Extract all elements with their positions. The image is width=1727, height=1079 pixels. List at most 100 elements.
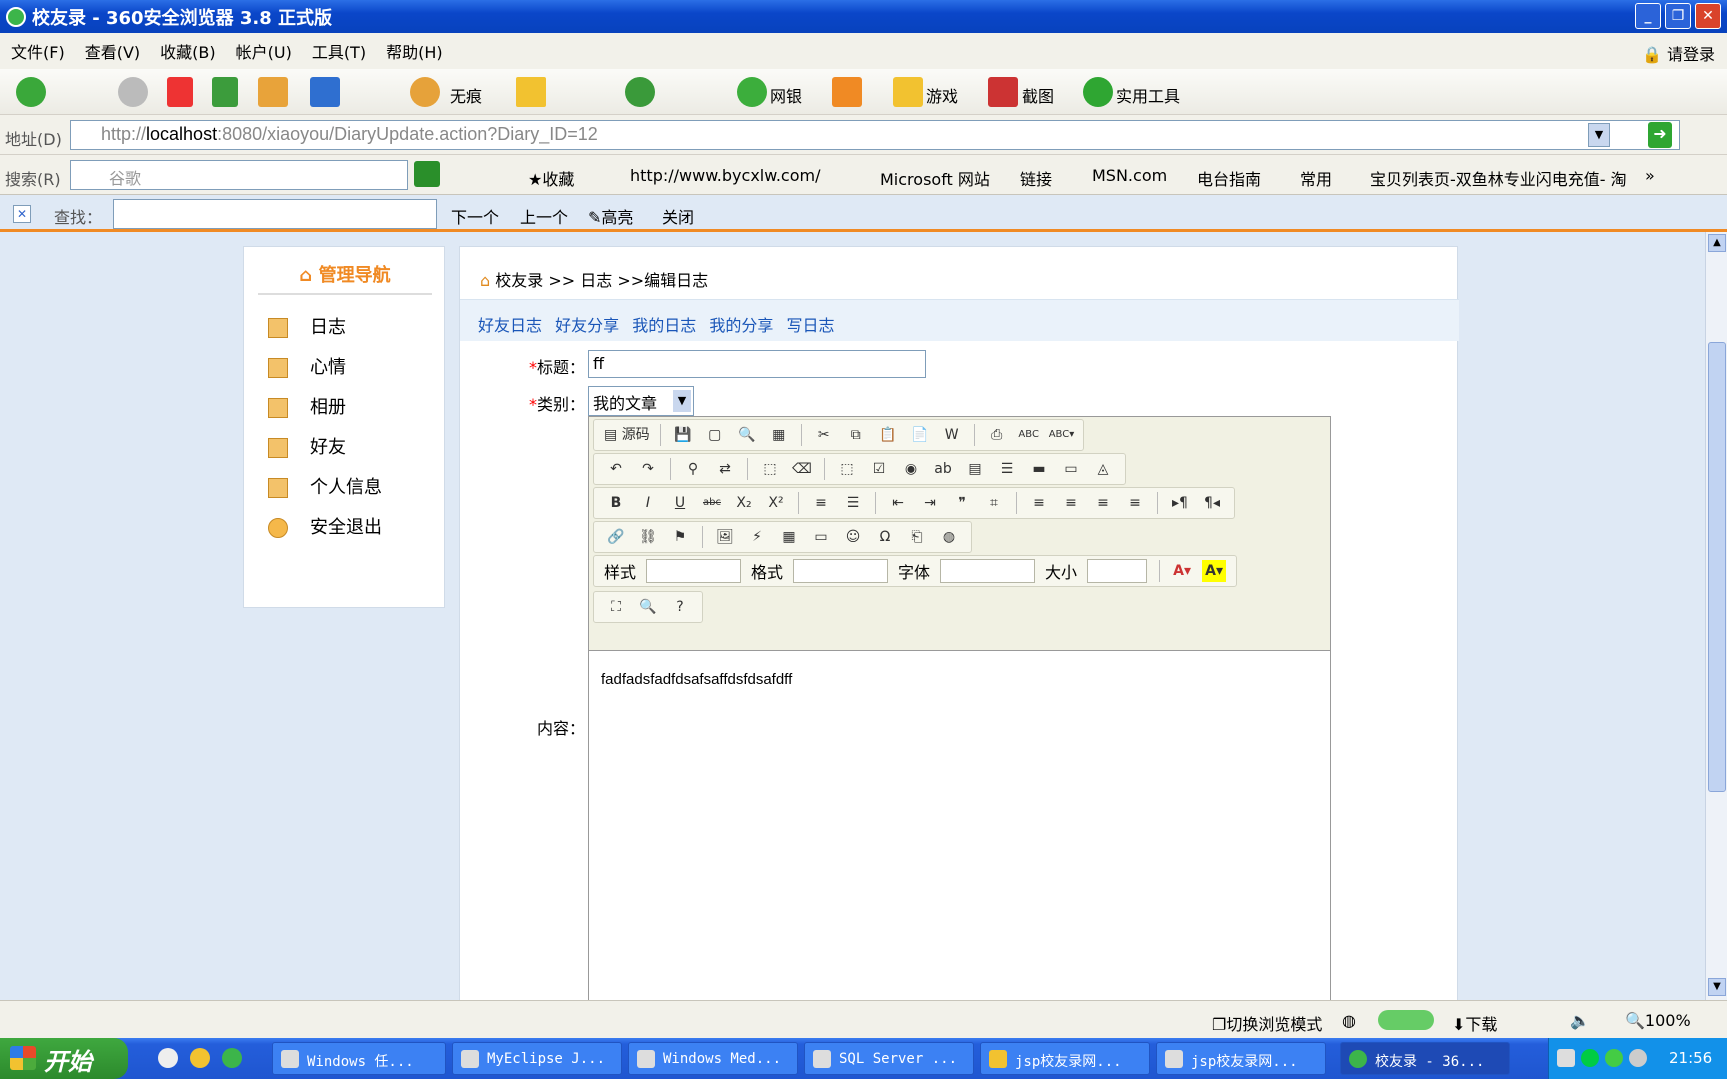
- task-browser-active[interactable]: 校友录 - 36...: [1340, 1042, 1510, 1075]
- align-center-icon[interactable]: ≡: [1059, 492, 1083, 514]
- special-char-icon[interactable]: Ω: [873, 526, 897, 548]
- align-left-icon[interactable]: ≡: [1027, 492, 1051, 514]
- justify-icon[interactable]: ≡: [1123, 492, 1147, 514]
- help-icon[interactable]: ?: [668, 596, 692, 618]
- smiley-icon[interactable]: ☺: [841, 526, 865, 548]
- page-break-icon[interactable]: ⎗: [905, 526, 929, 548]
- image-icon[interactable]: 🖼: [713, 526, 737, 548]
- category-select[interactable]: 我的文章 ▼: [588, 386, 694, 416]
- align-right-icon[interactable]: ≡: [1091, 492, 1115, 514]
- favorites-collect[interactable]: ★收藏: [528, 166, 574, 190]
- fav-link-common[interactable]: 常用: [1300, 166, 1332, 190]
- select-icon[interactable]: ☰: [995, 458, 1019, 480]
- find-highlight-button[interactable]: ✎高亮: [588, 204, 633, 228]
- bank-label[interactable]: 网银: [770, 83, 802, 107]
- no-trace-label[interactable]: 无痕: [450, 83, 482, 107]
- switch-mode-button[interactable]: ❐切换浏览模式: [1212, 1011, 1322, 1035]
- speed-icon[interactable]: [625, 77, 655, 107]
- undo-close-icon[interactable]: [310, 77, 340, 107]
- scroll-up-icon[interactable]: ▲: [1708, 234, 1726, 252]
- ltr-icon[interactable]: ▸¶: [1168, 492, 1192, 514]
- screenshot-icon[interactable]: [988, 77, 1018, 107]
- tab-friend-diary[interactable]: 好友日志: [478, 316, 542, 335]
- task-windows-task[interactable]: Windows 任...: [272, 1042, 446, 1075]
- hidden-field-icon[interactable]: ◬: [1091, 458, 1115, 480]
- copy-icon[interactable]: ⧉: [844, 424, 868, 446]
- scroll-down-icon[interactable]: ▼: [1708, 978, 1726, 996]
- menu-help[interactable]: 帮助(H): [375, 39, 452, 63]
- stop-icon[interactable]: [167, 77, 193, 107]
- security-shield-icon[interactable]: [1605, 1049, 1623, 1067]
- cut-icon[interactable]: ✂: [812, 424, 836, 446]
- undo-icon[interactable]: ↶: [604, 458, 628, 480]
- redo-icon[interactable]: ↷: [636, 458, 660, 480]
- indent-icon[interactable]: ⇥: [918, 492, 942, 514]
- forward-icon[interactable]: [118, 77, 148, 107]
- bold-icon[interactable]: B: [604, 492, 628, 514]
- iframe-icon[interactable]: ◍: [937, 526, 961, 548]
- quicklaunch-icon[interactable]: [190, 1048, 210, 1068]
- select-all-icon[interactable]: ⬚: [758, 458, 782, 480]
- tab-friend-share[interactable]: 好友分享: [555, 316, 619, 335]
- print-icon[interactable]: ⎙: [985, 424, 1009, 446]
- start-button[interactable]: 开始: [0, 1038, 128, 1079]
- bank-icon[interactable]: [737, 77, 767, 107]
- find-input[interactable]: [113, 199, 437, 229]
- table-icon[interactable]: ▦: [777, 526, 801, 548]
- button-icon[interactable]: ▬: [1027, 458, 1051, 480]
- radio-icon[interactable]: ◉: [899, 458, 923, 480]
- tools-label[interactable]: 实用工具: [1116, 83, 1180, 107]
- tab-my-share[interactable]: 我的分享: [709, 316, 773, 335]
- minimize-button[interactable]: _: [1635, 3, 1661, 29]
- form-icon[interactable]: ⬚: [835, 458, 859, 480]
- spellcheck-dropdown-icon[interactable]: ABC▾: [1049, 424, 1075, 446]
- games-label[interactable]: 游戏: [926, 83, 958, 107]
- find-next-button[interactable]: 下一个: [451, 204, 499, 228]
- rtl-icon[interactable]: ¶◂: [1200, 492, 1224, 514]
- content-editor-area[interactable]: fadfadsfadfdsafsaffdsfdsafdff: [589, 650, 1330, 1000]
- div-icon[interactable]: ⌗: [982, 492, 1006, 514]
- style-dropdown[interactable]: [646, 559, 742, 583]
- task-myeclipse[interactable]: MyEclipse J...: [452, 1042, 622, 1075]
- screenshot-label[interactable]: 截图: [1022, 83, 1054, 107]
- size-dropdown[interactable]: [1087, 559, 1148, 583]
- sidebar-item-friends[interactable]: 好友: [268, 433, 346, 459]
- textfield-icon[interactable]: ab: [931, 458, 955, 480]
- keyboard-icon[interactable]: [1557, 1049, 1575, 1067]
- menu-view[interactable]: 查看(V): [74, 39, 149, 63]
- search-input[interactable]: 谷歌: [70, 160, 408, 190]
- sidebar-item-diary[interactable]: 日志: [268, 313, 346, 339]
- ordered-list-icon[interactable]: ≡: [809, 492, 833, 514]
- tab-my-diary[interactable]: 我的日志: [632, 316, 696, 335]
- spellcheck-icon[interactable]: ABC: [1017, 424, 1041, 446]
- show-blocks-icon[interactable]: 🔍: [636, 596, 660, 618]
- horizontal-rule-icon[interactable]: ▭: [809, 526, 833, 548]
- login-link[interactable]: 🔒 请登录: [1642, 41, 1715, 65]
- menu-tools[interactable]: 工具(T): [301, 39, 375, 63]
- tools-plus-icon[interactable]: [1083, 77, 1113, 107]
- underline-icon[interactable]: U: [668, 492, 692, 514]
- close-button[interactable]: ✕: [1695, 3, 1721, 29]
- back-icon[interactable]: [16, 77, 46, 107]
- image-button-icon[interactable]: ▭: [1059, 458, 1083, 480]
- italic-icon[interactable]: I: [636, 492, 660, 514]
- format-dropdown[interactable]: [793, 559, 889, 583]
- no-trace-icon[interactable]: [410, 77, 440, 107]
- maximize-icon[interactable]: ⛶: [604, 596, 628, 618]
- link-icon[interactable]: 🔗: [604, 526, 628, 548]
- refresh-icon[interactable]: [212, 77, 238, 107]
- volume-icon[interactable]: 🔈: [1570, 1011, 1590, 1030]
- task-windows-media[interactable]: Windows Med...: [628, 1042, 798, 1075]
- menu-file[interactable]: 文件(F): [0, 39, 74, 63]
- task-jsp-project[interactable]: jsp校友录网...: [1156, 1042, 1326, 1075]
- tray-app-icon[interactable]: [1629, 1049, 1647, 1067]
- textarea-icon[interactable]: ▤: [963, 458, 987, 480]
- sidebar-item-album[interactable]: 相册: [268, 393, 346, 419]
- tray-status-icon[interactable]: [1581, 1049, 1599, 1067]
- find-icon[interactable]: ⚲: [681, 458, 705, 480]
- outdent-icon[interactable]: ⇤: [886, 492, 910, 514]
- fav-link-taobao[interactable]: 宝贝列表页-双鱼林专业闪电充值- 淘: [1370, 166, 1635, 190]
- anchor-icon[interactable]: ⚑: [668, 526, 692, 548]
- group-buy-icon[interactable]: [832, 77, 862, 107]
- zoom-control[interactable]: 🔍100%: [1625, 1011, 1691, 1030]
